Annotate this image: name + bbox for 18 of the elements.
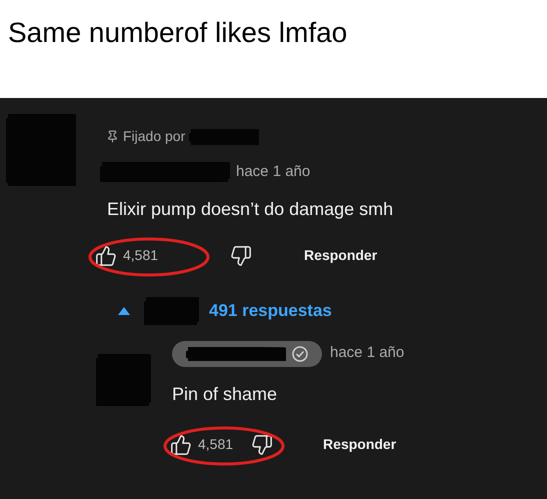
reply-button[interactable]: Responder (323, 434, 396, 455)
reply-time: hace 1 año (330, 343, 404, 364)
replies-toggle[interactable]: 491 respuestas (209, 298, 332, 324)
comment-text: Elixir pump doesn’t do damage smh (107, 198, 394, 218)
pinned-label: Fijado por (123, 127, 186, 146)
reply-button[interactable]: Responder (304, 245, 378, 266)
thumbs-down-icon[interactable] (251, 434, 274, 456)
check-icon (292, 346, 308, 362)
like-count: 4,581 (123, 246, 158, 265)
comment-time: hace 1 año (236, 162, 310, 182)
thumbs-down-icon[interactable] (230, 244, 252, 266)
thumbs-up-icon[interactable] (95, 244, 117, 266)
pin-icon (106, 130, 119, 143)
caret-up-icon[interactable] (118, 306, 130, 314)
reply-text: Pin of shame (172, 384, 278, 404)
meme-caption: Same numberof likes lmfao (8, 17, 348, 48)
like-count: 4,581 (198, 435, 234, 454)
thumbs-up-icon[interactable] (170, 434, 192, 456)
